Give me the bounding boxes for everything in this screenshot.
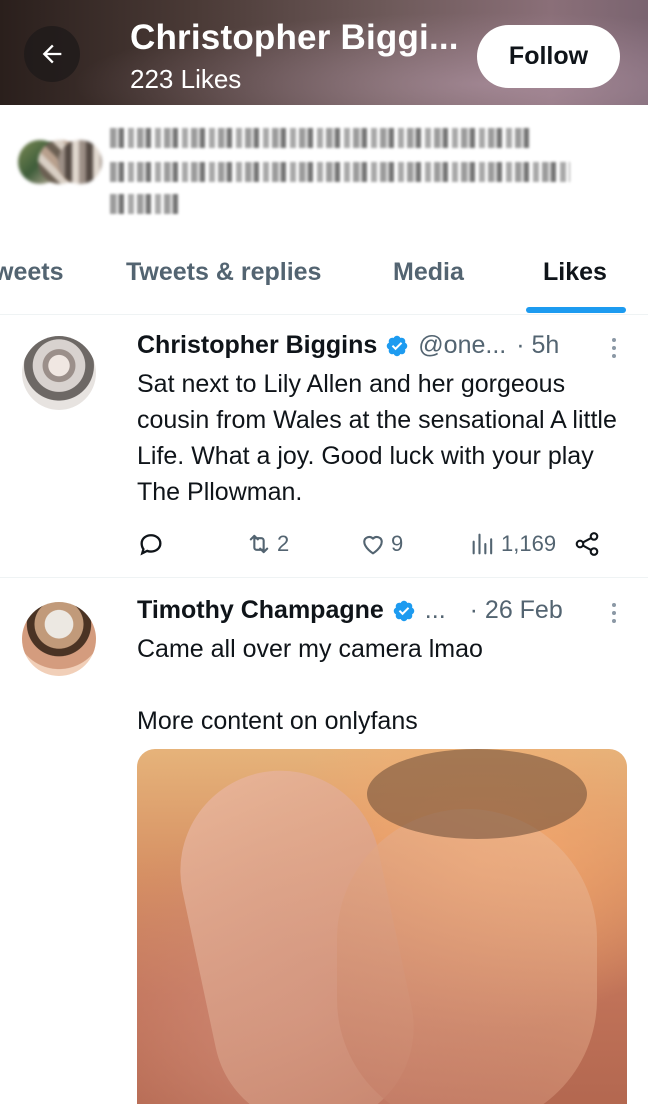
active-tab-indicator bbox=[526, 307, 626, 313]
follower-avatars-blurred bbox=[18, 140, 102, 186]
tweet-text: Came all over my camera lmao More conten… bbox=[137, 635, 483, 735]
verified-icon bbox=[385, 334, 409, 358]
tweet-text: Sat next to Lily Allen and her gorgeous … bbox=[137, 370, 617, 506]
retweet-button[interactable]: 2 bbox=[245, 526, 289, 562]
tab-likes[interactable]: Likes bbox=[543, 258, 607, 287]
views-icon bbox=[472, 533, 493, 555]
avatar[interactable] bbox=[22, 336, 96, 410]
reply-icon bbox=[140, 534, 162, 556]
tab-tweets-replies[interactable]: Tweets & replies bbox=[126, 258, 321, 287]
tweet-header: Christopher Biggins @one... · 5h bbox=[137, 331, 559, 360]
author-handle[interactable]: ... bbox=[425, 596, 446, 625]
more-icon[interactable] bbox=[612, 603, 618, 623]
like-button[interactable]: 9 bbox=[359, 526, 403, 562]
views-button[interactable]: 1,169 bbox=[469, 526, 556, 562]
image-shape bbox=[367, 749, 587, 839]
view-count: 1,169 bbox=[501, 531, 557, 556]
blurred-text-line bbox=[110, 162, 570, 182]
share-icon bbox=[575, 532, 599, 556]
tweet[interactable]: Timothy Champagne ... · 26 Feb Came all … bbox=[0, 579, 648, 1104]
profile-name: Christopher Biggi... bbox=[130, 18, 459, 57]
reply-button[interactable] bbox=[137, 526, 169, 562]
image-shape bbox=[337, 809, 597, 1104]
tweet-header: Timothy Champagne ... · 26 Feb bbox=[137, 596, 563, 625]
retweet-icon bbox=[249, 534, 269, 554]
blurred-text-line bbox=[110, 128, 530, 148]
retweet-count: 2 bbox=[277, 531, 290, 556]
tab-media[interactable]: Media bbox=[393, 258, 464, 287]
tweet-actions: 2 9 1,169 bbox=[137, 526, 607, 562]
like-icon bbox=[363, 535, 383, 555]
verified-icon bbox=[392, 599, 416, 623]
tweet-timestamp[interactable]: · 5h bbox=[516, 331, 559, 360]
blurred-text-line bbox=[110, 194, 180, 214]
like-count: 9 bbox=[391, 531, 404, 556]
share-button[interactable] bbox=[573, 526, 601, 562]
tab-tweets[interactable]: weets bbox=[0, 258, 63, 287]
back-button[interactable] bbox=[24, 26, 80, 82]
tweet[interactable]: Christopher Biggins @one... · 5h Sat nex… bbox=[0, 316, 648, 578]
likes-count: 223 Likes bbox=[130, 64, 242, 94]
avatar[interactable] bbox=[22, 602, 96, 676]
more-icon[interactable] bbox=[612, 338, 618, 358]
profile-header: Christopher Biggi... 223 Likes Follow bbox=[0, 0, 648, 105]
back-arrow-icon bbox=[42, 44, 62, 64]
author-name[interactable]: Timothy Champagne bbox=[137, 596, 384, 625]
tweet-timestamp[interactable]: · 26 Feb bbox=[470, 596, 563, 625]
author-handle[interactable]: @one... bbox=[418, 331, 506, 360]
profile-tabs: weets Tweets & replies Media Likes bbox=[0, 250, 648, 315]
tweet-media-image[interactable] bbox=[137, 749, 627, 1104]
avatar bbox=[58, 140, 102, 184]
follow-button[interactable]: Follow bbox=[477, 25, 620, 88]
author-name[interactable]: Christopher Biggins bbox=[137, 331, 377, 360]
